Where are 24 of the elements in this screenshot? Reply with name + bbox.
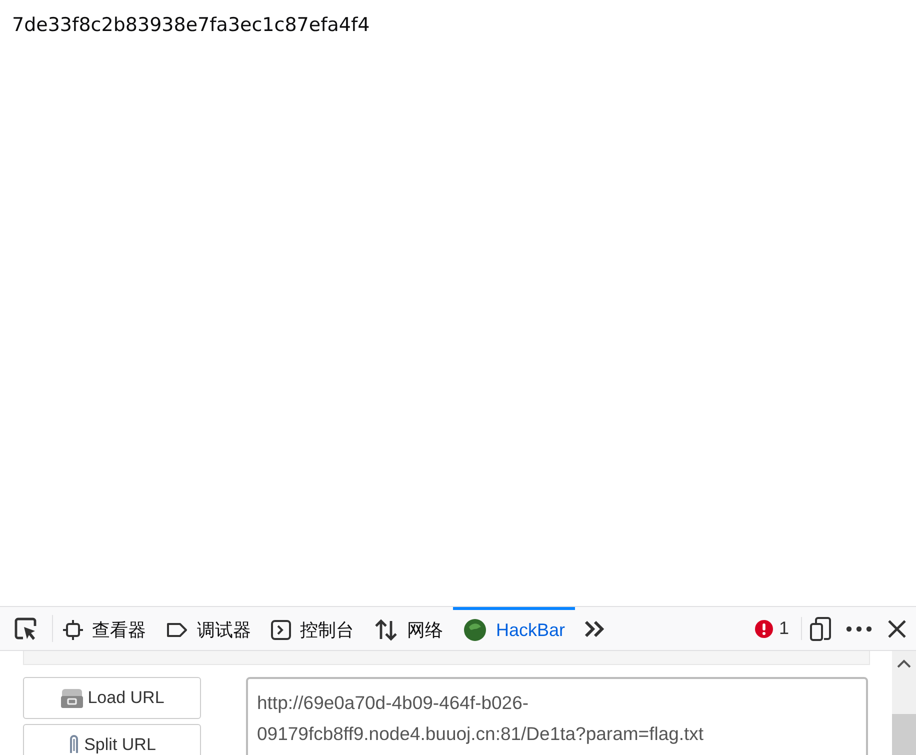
close-icon[interactable] xyxy=(888,620,906,638)
devtools-tab[interactable]: 控制台 xyxy=(261,607,364,650)
load-icon xyxy=(60,687,84,709)
devtools-tab[interactable]: 调试器 xyxy=(156,607,261,650)
url-field[interactable]: http://69e0a70d-4b09-464f-b026-09179fcb8ff9.node4.buuoj.cn:81/De1ta?param=flag.txt xyxy=(246,677,868,755)
load-url-button[interactable]: Load URL xyxy=(23,677,201,719)
scroll-up-icon[interactable] xyxy=(897,659,911,669)
console-icon xyxy=(271,620,291,640)
responsive-mode-icon[interactable] xyxy=(810,616,832,640)
devtools-tab[interactable]: 网络 xyxy=(364,607,453,650)
error-icon xyxy=(754,620,773,638)
split-url-button[interactable]: Split URL xyxy=(23,724,201,755)
devtools-tab[interactable]: 查看器 xyxy=(53,607,156,650)
debugger-icon xyxy=(166,621,188,639)
split-icon xyxy=(68,735,80,755)
element-picker-icon[interactable] xyxy=(14,616,38,640)
network-icon xyxy=(374,619,398,641)
more-options-icon[interactable] xyxy=(846,626,872,632)
error-count[interactable]: 1 xyxy=(778,618,789,639)
scrollbar-thumb[interactable] xyxy=(892,714,916,755)
page-text: 7de33f8c2b83938e7fa3ec1c87efa4f4 xyxy=(12,14,370,36)
hackbar-icon xyxy=(463,618,487,642)
inspector-icon xyxy=(63,620,83,640)
more-tabs-icon[interactable] xyxy=(583,620,606,638)
